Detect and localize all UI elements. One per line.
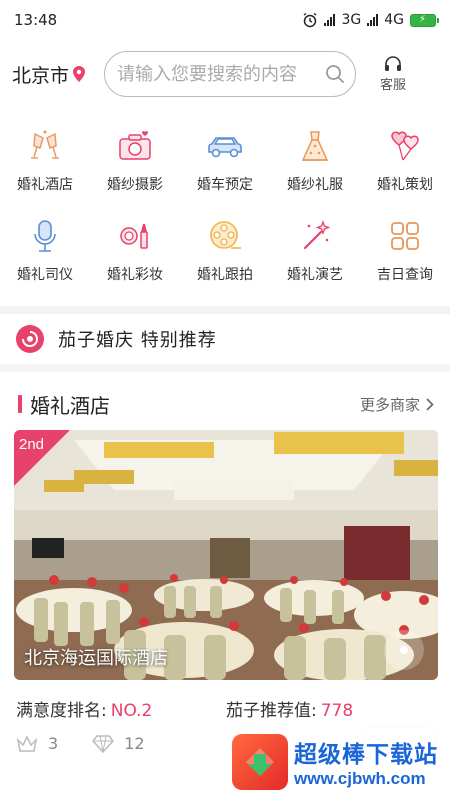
- category-wedding-hotel[interactable]: 婚礼酒店: [0, 122, 90, 212]
- section-divider: [0, 364, 450, 372]
- category-label: 婚礼酒店: [17, 177, 73, 193]
- section-divider: [0, 306, 450, 314]
- category-label: 婚礼演艺: [287, 267, 343, 283]
- network-4g-label: 4G: [384, 12, 404, 28]
- category-label: 婚礼司仪: [17, 267, 73, 283]
- camera-heart-icon: [115, 126, 155, 166]
- category-wedding-performance[interactable]: 婚礼演艺: [270, 212, 360, 302]
- category-auspicious-date[interactable]: 吉日查询: [360, 212, 450, 302]
- download-site-logo-icon: [232, 734, 288, 790]
- more-label: 更多商家: [359, 395, 420, 414]
- battery-icon: ⚡: [410, 13, 439, 27]
- recommend-value: 778: [320, 701, 354, 721]
- chevron-right-icon: [426, 397, 434, 411]
- category-label: 婚车预定: [197, 177, 253, 193]
- section-title: 婚礼酒店: [30, 393, 110, 418]
- alarm-icon: [304, 12, 317, 28]
- section-accent-bar: [18, 395, 22, 413]
- hotel-photo: [14, 430, 438, 680]
- status-icons: 3G 4G ⚡: [302, 12, 439, 28]
- search-icon[interactable]: [325, 64, 345, 84]
- carousel-indicator: [384, 630, 424, 670]
- magic-wand-icon: [295, 216, 335, 256]
- category-label: 婚礼彩妆: [107, 267, 163, 283]
- satisfaction-value: NO.2: [110, 701, 153, 721]
- header: 北京市 客服: [0, 46, 450, 102]
- hotel-name: 北京海运国际酒店: [24, 648, 168, 669]
- calendar-grid-icon: [385, 216, 425, 256]
- recommend-title: 茄子婚庆 特别推荐: [58, 330, 217, 351]
- hotel-stats: 满意度排名: NO.2 茄子推荐值: 778: [16, 696, 436, 721]
- city-label: 北京市: [12, 64, 70, 87]
- category-label: 吉日查询: [377, 267, 433, 283]
- hotel-card[interactable]: 2nd 北京海运国际酒店: [14, 430, 438, 680]
- brand-logo-icon: [16, 325, 44, 353]
- section-header: 婚礼酒店 更多商家: [0, 386, 450, 422]
- category-wedding-video[interactable]: 婚礼跟拍: [180, 212, 270, 302]
- signal-icon-2: [367, 14, 379, 26]
- status-bar: 13:48 3G 4G ⚡: [0, 0, 450, 40]
- watermark: 超级棒下载站 www.cjbwh.com: [228, 724, 450, 800]
- special-recommend-banner[interactable]: 茄子婚庆 特别推荐: [0, 316, 450, 362]
- network-3g-label: 3G: [341, 12, 362, 28]
- signal-icon: [324, 14, 336, 26]
- category-wedding-host[interactable]: 婚礼司仪: [0, 212, 90, 302]
- category-wedding-makeup[interactable]: 婚礼彩妆: [90, 212, 180, 302]
- category-label: 婚礼跟拍: [197, 267, 253, 283]
- city-selector[interactable]: 北京市: [12, 61, 102, 88]
- category-wedding-photo[interactable]: 婚纱摄影: [90, 122, 180, 212]
- headset-icon: [385, 55, 401, 71]
- category-label: 婚纱摄影: [107, 177, 163, 193]
- watermark-url: www.cjbwh.com: [294, 769, 426, 788]
- diamond-icon: [92, 734, 115, 753]
- category-wedding-planning[interactable]: 婚礼策划: [360, 122, 450, 212]
- rank-badge-label: 2nd: [19, 436, 45, 453]
- car-icon: [205, 126, 245, 166]
- crown-count: 3: [48, 734, 59, 753]
- diamond-count: 12: [124, 734, 145, 753]
- category-wedding-car[interactable]: 婚车预定: [180, 122, 270, 212]
- wedding-dress-icon: [295, 126, 335, 166]
- heart-balloons-icon: [385, 126, 425, 166]
- search-box[interactable]: [104, 51, 356, 97]
- location-pin-icon: [73, 66, 86, 82]
- status-time: 13:48: [14, 11, 58, 29]
- category-wedding-dress[interactable]: 婚纱礼服: [270, 122, 360, 212]
- more-merchants-link[interactable]: 更多商家: [360, 394, 434, 415]
- satisfaction-label: 满意度排名:: [16, 701, 107, 721]
- film-reel-icon: [205, 216, 245, 256]
- service-label: 客服: [380, 77, 407, 93]
- customer-service-button[interactable]: 客服: [380, 55, 407, 93]
- recommend-value-label: 茄子推荐值:: [226, 701, 317, 721]
- category-grid: 婚礼酒店 婚纱摄影 婚车预定 婚纱礼服 婚礼策划 婚礼司仪 婚礼彩妆 婚礼跟拍 …: [0, 122, 450, 302]
- hotel-counts: 3 12: [16, 734, 179, 753]
- makeup-icon: [115, 216, 155, 256]
- champagne-glasses-icon: [25, 126, 65, 166]
- microphone-icon: [25, 216, 65, 256]
- crown-icon: [16, 734, 38, 752]
- category-label: 婚礼策划: [377, 177, 433, 193]
- search-input[interactable]: [117, 63, 325, 85]
- category-label: 婚纱礼服: [287, 177, 343, 193]
- watermark-title: 超级棒下载站: [294, 742, 438, 768]
